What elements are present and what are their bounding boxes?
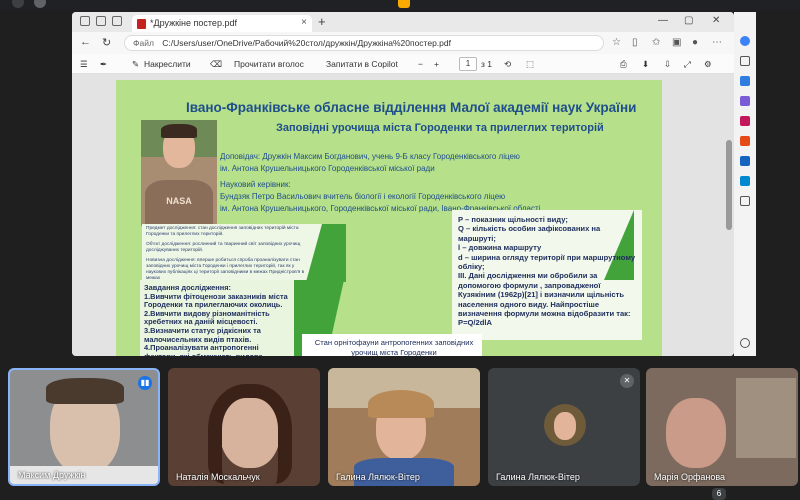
pdf-icon <box>137 19 146 29</box>
highlight-icon[interactable]: ✒ <box>100 59 107 70</box>
participant-name: Максим Дружкін <box>18 470 86 480</box>
maximize-button[interactable]: ▢ <box>684 15 693 26</box>
page-count: з 1 <box>481 59 492 69</box>
draw-icon[interactable]: ✎ <box>132 59 139 70</box>
read-aloud-button[interactable]: Прочитати вголос <box>234 59 304 69</box>
participant-tile-2[interactable]: Наталія Москальчук <box>168 368 320 486</box>
participant-name: Наталія Москальчук <box>176 472 260 482</box>
close-window-button[interactable]: ✕ <box>712 15 720 26</box>
participant-face <box>666 398 726 468</box>
outlook-icon[interactable] <box>740 156 750 166</box>
sidebar-settings-icon[interactable] <box>740 338 750 348</box>
subject-text-3: Новизна дослідження: вперше робиться спр… <box>146 258 305 281</box>
address-bar-row: ← ↻ Файл C:/Users/user/OneDrive/Рабочий%… <box>72 32 734 54</box>
games-icon[interactable] <box>740 116 750 126</box>
participant-hair <box>368 390 434 418</box>
back-icon[interactable]: ← <box>80 36 91 48</box>
zoom-out-icon[interactable]: − <box>418 59 423 69</box>
collections-icon[interactable]: ▣ <box>672 37 681 48</box>
add-icon[interactable] <box>740 196 750 206</box>
fit-page-icon[interactable]: ⬚ <box>526 59 534 70</box>
participant-tile-1[interactable]: ▮▮ Максим Дружкін <box>8 368 160 486</box>
save-icon[interactable]: ⬇ <box>642 59 649 70</box>
tools-icon[interactable] <box>740 96 750 106</box>
tab-strip: *Дружкіне постер.pdf × + — ▢ ✕ <box>72 12 734 32</box>
participant-hair <box>46 378 124 404</box>
url-text: C:/Users/user/OneDrive/Рабочий%20стол/др… <box>162 38 451 48</box>
zoom-in-icon[interactable]: + <box>434 59 439 69</box>
participant-avatar <box>544 404 586 446</box>
poster-subtitle: Заповідні урочища міста Городенки та при… <box>276 122 604 134</box>
tasks-text: Завдання дослідження: 1.Вивчити фітоцено… <box>144 283 288 356</box>
page-number-input[interactable]: 1 <box>459 57 477 71</box>
supervisor-label: Науковий керівник: <box>220 180 291 189</box>
browser-sidebar <box>734 12 756 356</box>
photo-hair <box>161 124 197 138</box>
file-label: Файл <box>133 38 154 48</box>
formula-text: P – показник щільності виду; Q – кількіс… <box>458 215 636 328</box>
participant-hair <box>208 384 292 484</box>
photo-shirt: NASA <box>145 180 213 226</box>
copilot-icon[interactable] <box>740 36 750 46</box>
pdf-toolbar: ☰ ✒ ✎ Накреслити ⌫ Прочитати вголос Запи… <box>72 54 734 74</box>
participant-name: Галина Лялюк-Вітер <box>496 472 580 482</box>
split-screen-icon[interactable]: ▯ <box>632 37 638 48</box>
shopping-icon[interactable] <box>740 76 750 86</box>
student-photo: NASA <box>141 120 217 226</box>
rotate-icon[interactable]: ⟲ <box>504 59 511 70</box>
poster-page: Івано-Франківське обласне відділення Мал… <box>116 80 662 356</box>
participant-tile-4[interactable]: ✕ Галина Лялюк-Вітер <box>488 368 640 486</box>
pdf-viewer[interactable]: Івано-Франківське обласне відділення Мал… <box>72 74 734 356</box>
office-icon[interactable] <box>740 136 750 146</box>
contents-icon[interactable]: ☰ <box>80 59 88 70</box>
new-tab-button[interactable]: + <box>318 14 326 29</box>
reporter-line-2: ім. Антона Крушельницького Городенківськ… <box>220 164 435 173</box>
tab-title: *Дружкіне постер.pdf <box>150 18 237 28</box>
subject-text-1: Предмет дослідження: стан дослідження за… <box>146 226 299 237</box>
scrollbar[interactable] <box>726 140 732 230</box>
speaking-icon: ▮▮ <box>138 376 152 390</box>
shared-browser-window: *Дружкіне постер.pdf × + — ▢ ✕ ← ↻ Файл … <box>72 12 734 356</box>
participant-count[interactable]: 6 <box>712 488 726 500</box>
recording-icon <box>34 0 46 8</box>
reporter-line: Доповідач: Дружкін Максим Богданович, уч… <box>220 152 520 161</box>
save-as-icon[interactable]: ⇩ <box>664 59 671 70</box>
poster-title: Івано-Франківське обласне відділення Мал… <box>186 100 637 115</box>
tab-actions-icon[interactable] <box>96 16 106 26</box>
close-dot-icon[interactable] <box>12 0 24 8</box>
tab-pdf[interactable]: *Дружкіне постер.pdf × <box>132 15 312 32</box>
tab-close-icon[interactable]: × <box>301 17 307 28</box>
ask-copilot-button[interactable]: Запитати в Copilot <box>326 59 398 69</box>
drop-icon[interactable] <box>740 176 750 186</box>
search-icon[interactable] <box>740 56 750 66</box>
pdf-settings-icon[interactable]: ⚙ <box>704 59 712 70</box>
more-icon[interactable]: ⋯ <box>712 37 722 48</box>
participant-tile-5[interactable]: Марія Орфанова <box>646 368 798 486</box>
eraser-icon[interactable]: ⌫ <box>210 59 222 70</box>
participant-name: Марія Орфанова <box>654 472 726 482</box>
profile-icon[interactable]: ● <box>692 37 698 48</box>
workspaces-icon[interactable] <box>80 16 90 26</box>
avatar-face <box>554 412 576 440</box>
favorites-icon[interactable]: ✩ <box>652 37 660 48</box>
favorite-star-icon[interactable]: ☆ <box>612 37 621 48</box>
ornithofauna-caption: Стан орнітофауни антропогенних заповідни… <box>314 338 474 356</box>
subject-text-2: Об'єкт дослідження: рослинний та тваринн… <box>146 242 301 253</box>
minimize-button[interactable]: — <box>658 15 668 26</box>
refresh-icon[interactable]: ↻ <box>102 36 111 49</box>
participant-strip: ▮▮ Максим Дружкін Наталія Москальчук Гал… <box>0 364 800 500</box>
participant-name: Галина Лялюк-Вітер <box>336 472 420 482</box>
supervisor-line: Бундзяк Петро Васильович вчитель біологі… <box>220 192 506 201</box>
fullscreen-icon[interactable]: ⤢ <box>684 59 691 70</box>
background-object <box>736 378 796 458</box>
meeting-topbar <box>0 0 800 10</box>
warning-icon[interactable] <box>398 0 410 8</box>
vertical-tabs-icon[interactable] <box>112 16 122 26</box>
participant-tile-3[interactable]: Галина Лялюк-Вітер <box>328 368 480 486</box>
url-field[interactable]: Файл C:/Users/user/OneDrive/Рабочий%20ст… <box>124 35 604 51</box>
muted-mic-icon: ✕ <box>620 374 634 388</box>
draw-button[interactable]: Накреслити <box>144 59 191 69</box>
print-icon[interactable]: ⎙ <box>620 59 627 70</box>
